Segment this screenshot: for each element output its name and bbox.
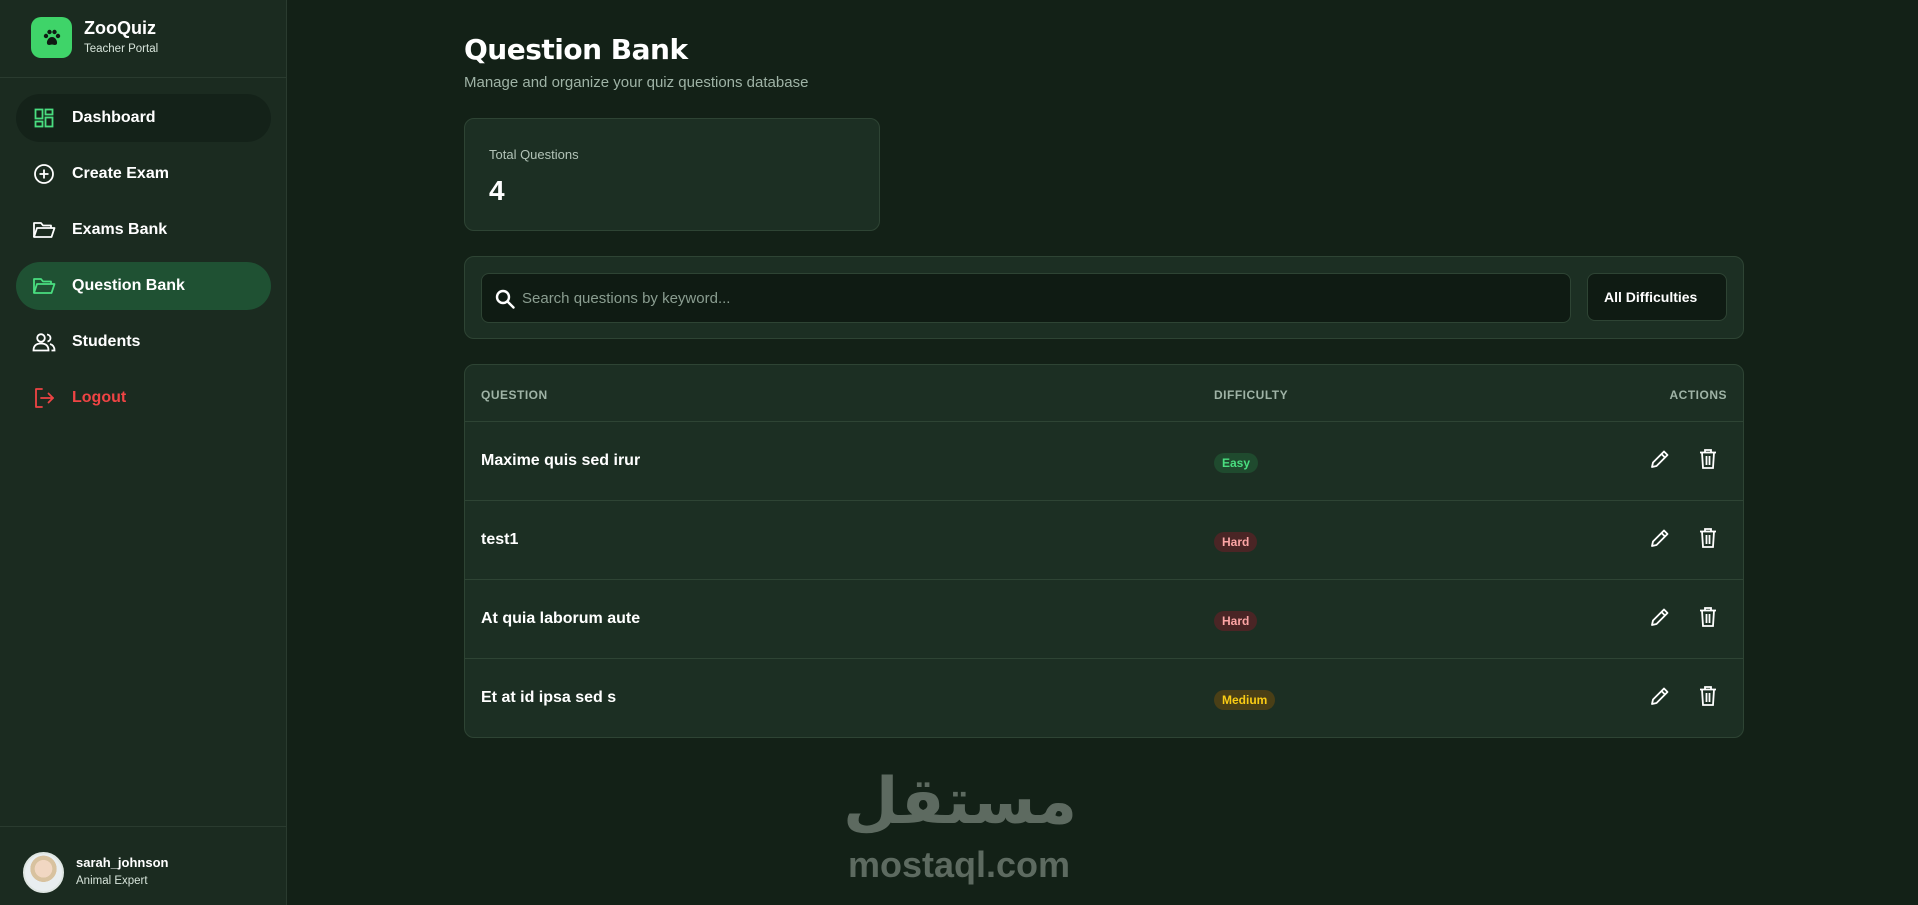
questions-table: QUESTION DIFFICULTY ACTIONS Maxime quis … xyxy=(464,364,1744,738)
sidebar: ZooQuiz Teacher Portal Dashboard Create … xyxy=(0,0,287,905)
paw-icon xyxy=(31,17,72,58)
delete-button[interactable] xyxy=(1695,525,1721,551)
brand-name: ZooQuiz xyxy=(84,18,156,38)
pencil-icon xyxy=(1651,608,1669,626)
sidebar-item-label: Exams Bank xyxy=(72,221,168,238)
trash-icon xyxy=(1700,528,1716,548)
table-row: test1 Hard xyxy=(465,501,1743,580)
logout-icon xyxy=(32,386,56,410)
total-questions-card: Total Questions 4 xyxy=(464,118,880,231)
pencil-icon xyxy=(1651,687,1669,705)
question-text: Maxime quis sed irur xyxy=(481,452,641,469)
watermark-latin: mostaql.com xyxy=(847,844,1071,885)
sidebar-item-exams-bank[interactable]: Exams Bank xyxy=(16,206,271,254)
edit-button[interactable] xyxy=(1647,446,1673,472)
search-icon xyxy=(494,288,516,310)
page-title: Question Bank xyxy=(464,33,688,66)
question-text: At quia laborum aute xyxy=(481,610,641,627)
table-row: At quia laborum aute Hard xyxy=(465,580,1743,659)
brand: ZooQuiz Teacher Portal xyxy=(0,0,287,78)
watermark-arabic: مستقل xyxy=(843,765,1078,837)
user-name: sarah_johnson xyxy=(76,855,169,870)
folder-open-icon xyxy=(32,218,56,242)
difficulty-badge: Easy xyxy=(1214,453,1259,473)
table-row: Maxime quis sed irur Easy xyxy=(465,422,1743,501)
delete-button[interactable] xyxy=(1695,604,1721,630)
column-header-difficulty: DIFFICULTY xyxy=(1214,388,1289,402)
sidebar-item-label: Logout xyxy=(72,389,127,406)
app: ZooQuiz Teacher Portal Dashboard Create … xyxy=(0,0,1918,905)
column-header-question: QUESTION xyxy=(481,388,548,402)
page-subtitle: Manage and organize your quiz questions … xyxy=(464,74,809,91)
difficulty-badge: Medium xyxy=(1214,690,1276,710)
sidebar-item-dashboard[interactable]: Dashboard xyxy=(16,94,271,142)
search-box xyxy=(481,273,1571,323)
stat-label: Total Questions xyxy=(489,147,579,162)
sidebar-item-label: Question Bank xyxy=(72,277,185,294)
users-icon xyxy=(32,330,56,354)
delete-button[interactable] xyxy=(1695,683,1721,709)
difficulty-badge: Hard xyxy=(1214,532,1258,552)
avatar xyxy=(23,852,64,893)
user-profile[interactable]: sarah_johnson Animal Expert xyxy=(0,826,287,905)
dashboard-grid-icon xyxy=(32,106,56,130)
edit-button[interactable] xyxy=(1647,525,1673,551)
trash-icon xyxy=(1700,449,1716,469)
watermark: مستقل mostaql.com xyxy=(843,765,1078,890)
sidebar-item-question-bank[interactable]: Question Bank xyxy=(16,262,271,310)
delete-button[interactable] xyxy=(1695,446,1721,472)
trash-icon xyxy=(1700,607,1716,627)
question-text: test1 xyxy=(481,531,519,548)
edit-button[interactable] xyxy=(1647,604,1673,630)
stat-value: 4 xyxy=(489,175,505,206)
difficulty-badge: Hard xyxy=(1214,611,1258,631)
sidebar-item-logout[interactable]: Logout xyxy=(16,374,271,422)
filter-bar: All Difficulties xyxy=(464,256,1744,339)
sidebar-item-label: Create Exam xyxy=(72,165,169,182)
sidebar-nav: Dashboard Create Exam Exams Bank Questio… xyxy=(16,94,271,430)
table-row: Et at id ipsa sed s Medium xyxy=(465,659,1743,737)
pencil-icon xyxy=(1651,450,1669,468)
difficulty-filter-select[interactable]: All Difficulties xyxy=(1587,273,1727,321)
brand-subtitle: Teacher Portal xyxy=(84,43,159,55)
question-text: Et at id ipsa sed s xyxy=(481,689,617,706)
pencil-icon xyxy=(1651,529,1669,547)
sidebar-item-label: Students xyxy=(72,333,141,350)
plus-circle-icon xyxy=(32,162,56,186)
column-header-actions: ACTIONS xyxy=(1669,388,1727,402)
search-input[interactable] xyxy=(522,274,1562,322)
edit-button[interactable] xyxy=(1647,683,1673,709)
sidebar-item-label: Dashboard xyxy=(72,109,156,126)
difficulty-filter-value: All Difficulties xyxy=(1604,289,1698,305)
sidebar-item-create-exam[interactable]: Create Exam xyxy=(16,150,271,198)
sidebar-item-students[interactable]: Students xyxy=(16,318,271,366)
trash-icon xyxy=(1700,686,1716,706)
table-header: QUESTION DIFFICULTY ACTIONS xyxy=(465,365,1743,422)
user-role: Animal Expert xyxy=(76,875,148,887)
folder-open-icon xyxy=(32,274,56,298)
